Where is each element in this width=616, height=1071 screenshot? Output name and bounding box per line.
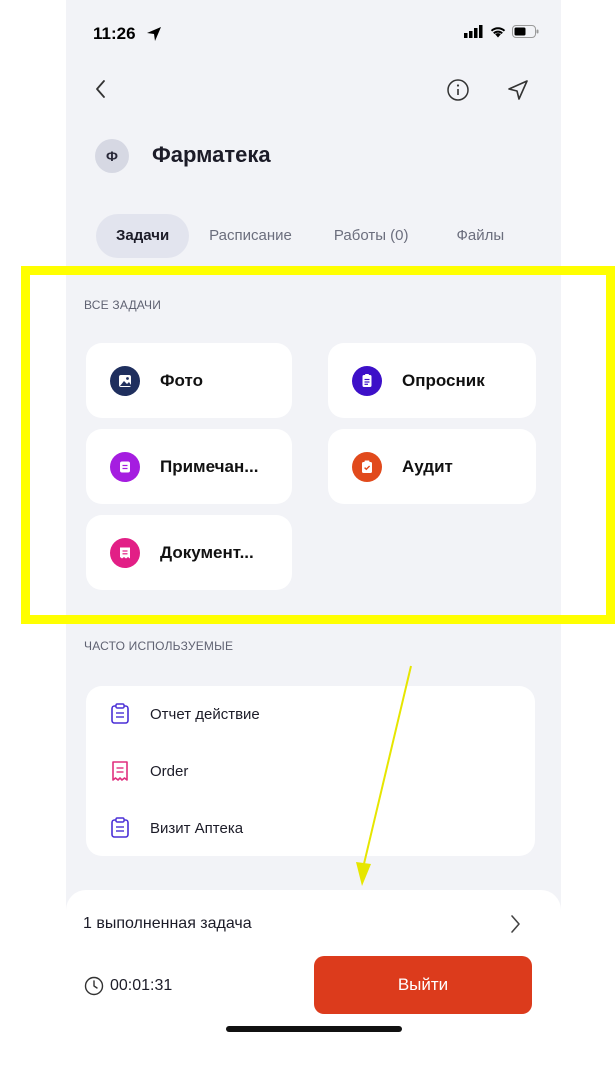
annotation-arrow-icon bbox=[356, 665, 412, 886]
